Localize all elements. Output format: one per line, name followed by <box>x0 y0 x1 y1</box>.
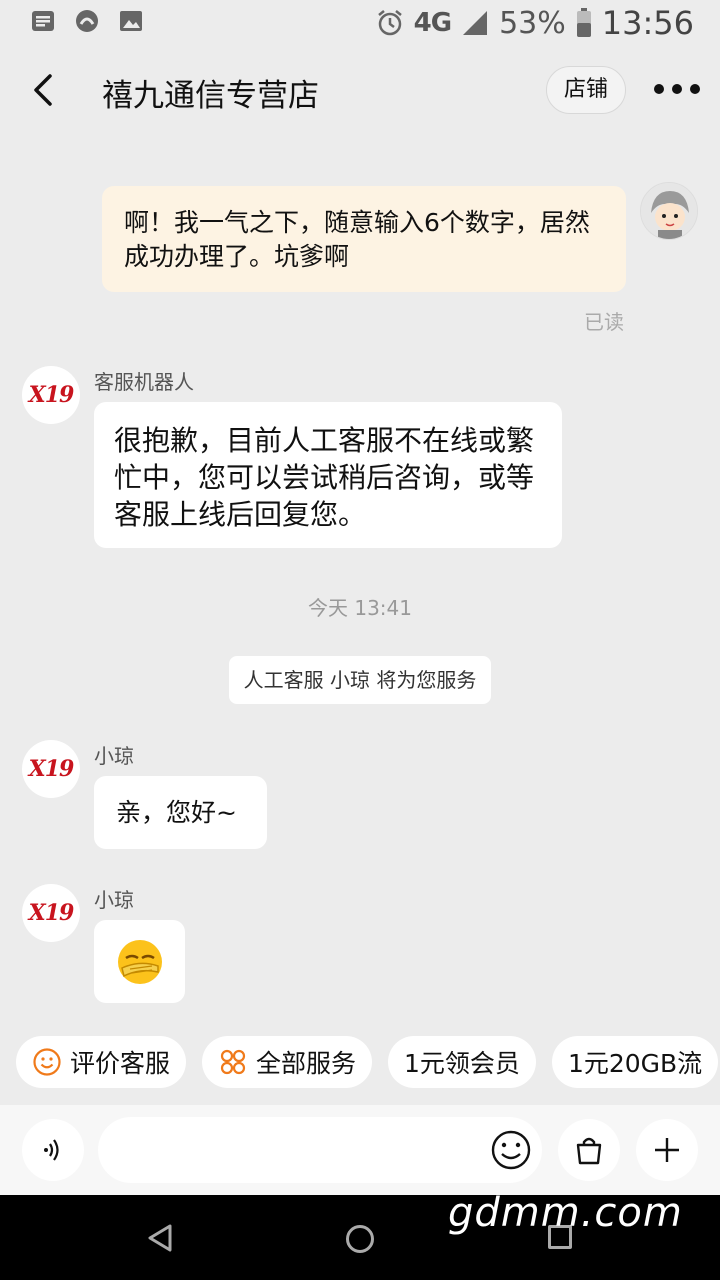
battery-icon <box>576 8 591 37</box>
shopping-bag-button[interactable] <box>558 1119 620 1181</box>
cartoon-avatar-icon <box>641 183 697 239</box>
bot-message-bubble[interactable]: 很抱歉，目前人工客服不在线或繁忙中，您可以尝试稍后咨询，或等客服上线后回复您。 <box>94 402 562 548</box>
shopping-bag-icon <box>576 1137 602 1165</box>
nav-home-icon[interactable] <box>346 1225 374 1253</box>
agent-emoji-bubble[interactable] <box>94 920 185 1003</box>
alarm-icon <box>377 10 402 36</box>
page-title: 禧九通信专营店 <box>102 78 319 114</box>
facepalm-emoji-icon <box>117 939 162 984</box>
quick-reply-bar: 评价客服 全部服务 1元领会员 1元20GB流 <box>16 1036 720 1088</box>
chat-header: 禧九通信专营店 店铺 <box>0 52 720 132</box>
image-icon <box>120 11 142 31</box>
back-arrow-icon[interactable] <box>22 68 62 112</box>
sender-name: 小琼 <box>94 888 134 912</box>
shop-logo: X19 <box>28 382 75 408</box>
signal-icon <box>463 11 488 35</box>
my-message-bubble[interactable]: 啊！我一气之下，随意输入6个数字，居然成功办理了。坑爹啊 <box>102 186 626 292</box>
battery-percent: 53% <box>499 5 566 41</box>
notification-icon <box>32 11 54 31</box>
message-timestamp: 今天 13:41 <box>308 596 412 620</box>
chip-all-services[interactable]: 全部服务 <box>202 1036 373 1088</box>
more-options-icon[interactable] <box>654 74 700 104</box>
my-avatar[interactable] <box>640 182 698 240</box>
shop-logo: X19 <box>28 900 75 926</box>
shop-avatar[interactable]: X19 <box>22 884 80 942</box>
shop-button[interactable]: 店铺 <box>546 66 626 114</box>
nav-back-icon[interactable] <box>146 1223 174 1253</box>
chip-data-offer[interactable]: 1元20GB流 <box>551 1036 719 1088</box>
clock: 13:56 <box>601 4 694 42</box>
watermark: gdmm.com <box>448 1190 683 1236</box>
emoji-icon[interactable] <box>490 1129 532 1171</box>
smile-icon <box>33 1048 61 1076</box>
chip-label: 全部服务 <box>256 1049 357 1078</box>
app-notification-icon <box>76 10 98 32</box>
shop-avatar[interactable]: X19 <box>22 740 80 798</box>
chip-rate-service[interactable]: 评价客服 <box>16 1036 187 1088</box>
voice-button[interactable] <box>22 1119 84 1181</box>
voice-icon <box>44 1139 59 1161</box>
system-notice: 人工客服 小琼 将为您服务 <box>229 656 491 704</box>
sender-name: 客服机器人 <box>94 370 194 394</box>
network-type: 4G <box>413 8 452 38</box>
chip-member-offer[interactable]: 1元领会员 <box>388 1036 536 1088</box>
chip-label: 评价客服 <box>70 1049 171 1078</box>
input-bar <box>0 1105 720 1195</box>
grid-icon <box>220 1049 246 1075</box>
agent-message-bubble[interactable]: 亲，您好~ <box>94 776 267 849</box>
chip-label: 1元领会员 <box>404 1049 520 1078</box>
plus-icon <box>655 1138 679 1162</box>
chip-label: 1元20GB流 <box>567 1049 703 1078</box>
shop-avatar[interactable]: X19 <box>22 366 80 424</box>
read-status: 已读 <box>584 310 624 334</box>
shop-logo: X19 <box>28 756 75 782</box>
message-input[interactable] <box>98 1117 542 1183</box>
status-bar: 4G 53% 13:56 <box>0 0 720 46</box>
sender-name: 小琼 <box>94 744 134 768</box>
more-actions-button[interactable] <box>636 1119 698 1181</box>
